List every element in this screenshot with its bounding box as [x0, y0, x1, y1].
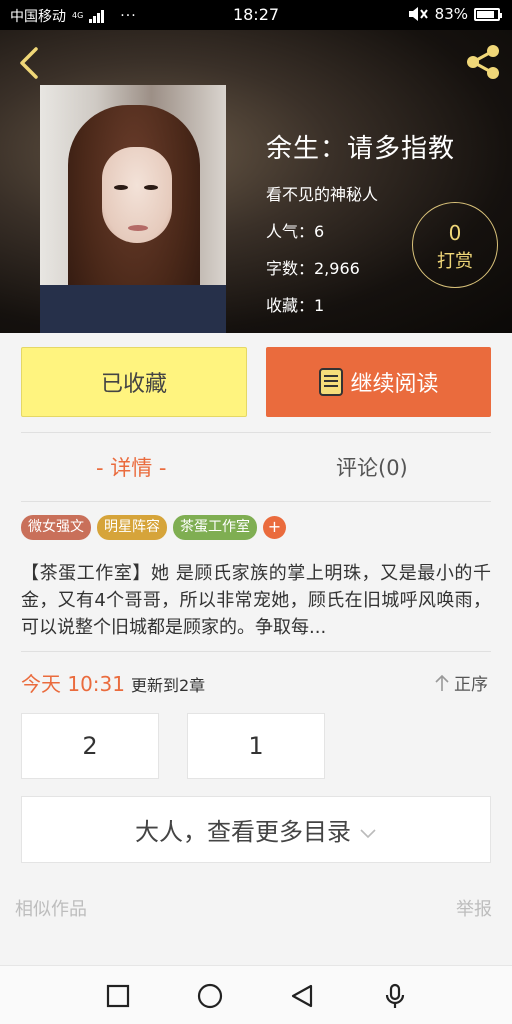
microphone-icon[interactable] [381, 982, 409, 1010]
report-link[interactable]: 举报 [456, 895, 492, 921]
continue-reading-label: 继续阅读 [350, 372, 439, 397]
status-right: 83% [407, 5, 502, 23]
update-time: 今天 10:31 [21, 672, 125, 696]
tag-chip[interactable]: 明星阵容 [97, 515, 167, 540]
square-icon[interactable] [104, 982, 132, 1010]
book-header: 余生：请多指教 看不见的神秘人 人气：6 字数：2,966 收藏：1 0 打赏 [0, 30, 512, 333]
system-nav-bar [0, 965, 512, 1024]
mute-icon [408, 7, 428, 21]
divider [21, 432, 491, 433]
collected-label: 已收藏 [100, 372, 167, 397]
tag-chip[interactable]: 茶蛋工作室 [173, 515, 257, 540]
book-description[interactable]: 【茶蛋工作室】她 是顾氏家族的掌上明珠，又是最小的千金，又有4个哥哥，所以非常宠… [21, 560, 491, 642]
update-text: 更新到2章 [131, 676, 206, 695]
battery-fill [477, 10, 494, 18]
book-cover-image [40, 85, 226, 333]
update-info: 今天 10:31 更新到2章 [21, 668, 205, 697]
tab-details[interactable]: - 详情 - [96, 452, 167, 484]
continue-reading-button[interactable]: 继续阅读 [266, 347, 491, 417]
circle-icon[interactable] [196, 982, 224, 1010]
tip-label: 打赏 [437, 251, 473, 272]
chevron-down-icon [360, 828, 376, 838]
arrow-up-icon [435, 674, 449, 691]
status-bar: 中国移动 4G ··· 18:27 83% [0, 0, 512, 30]
battery-icon [474, 7, 502, 21]
toc-label: 大人，查看更多目录 [135, 818, 351, 846]
book-title: 余生：请多指教 [266, 134, 456, 164]
back-button[interactable] [14, 46, 44, 80]
tip-button[interactable]: 0 打赏 [412, 202, 498, 288]
divider [21, 501, 491, 502]
share-button[interactable] [464, 44, 502, 80]
divider [21, 651, 491, 652]
book-favorites: 收藏：1 [266, 296, 325, 315]
sort-label: 正序 [454, 675, 488, 695]
chapter-item[interactable]: 2 [21, 713, 159, 779]
tab-comments[interactable]: 评论(0) [336, 452, 408, 484]
share-icon [467, 45, 499, 79]
battery-percent: 83% [434, 5, 468, 23]
tag-list: 微女强文 明星阵容 茶蛋工作室 + [21, 515, 286, 540]
add-tag-button[interactable]: + [263, 516, 286, 539]
chevron-left-icon [20, 47, 38, 79]
sort-order-button[interactable]: 正序 [434, 670, 488, 695]
similar-works-heading: 相似作品 [15, 899, 87, 920]
view-all-chapters-button[interactable]: 大人，查看更多目录 [21, 796, 491, 863]
tag-chip[interactable]: 微女强文 [21, 515, 91, 540]
collected-button[interactable]: 已收藏 [21, 347, 247, 417]
book-icon [319, 368, 344, 396]
tip-count: 0 [448, 221, 462, 245]
triangle-back-icon[interactable] [288, 982, 316, 1010]
chapter-item[interactable]: 1 [187, 713, 325, 779]
book-author: 看不见的神秘人 [266, 185, 379, 204]
